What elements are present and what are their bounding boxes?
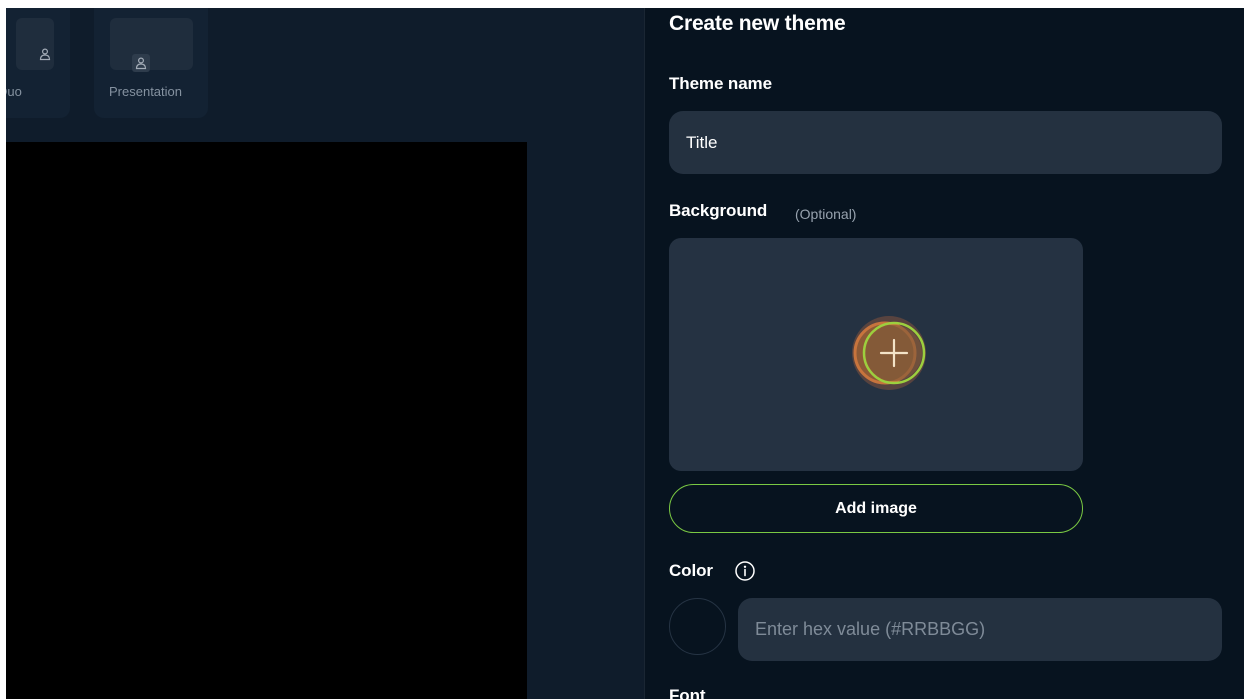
person-icon [132, 54, 150, 72]
hex-color-input[interactable] [738, 598, 1222, 661]
layout-option-presentation[interactable]: Presentation [94, 8, 208, 118]
color-swatch[interactable] [669, 598, 726, 655]
theme-name-label: Theme name [669, 74, 772, 93]
background-upload-area[interactable] [669, 238, 1083, 471]
color-label: Color [669, 561, 713, 580]
stage-preview [6, 142, 527, 699]
layout-option-duo[interactable]: Duo [6, 8, 70, 118]
layout-thumbnail [16, 18, 54, 70]
person-icon [39, 48, 51, 61]
create-theme-panel: Create new theme Theme name Background (… [644, 8, 1244, 699]
panel-title: Create new theme [669, 12, 846, 35]
theme-name-input[interactable] [669, 111, 1222, 174]
stage-pane: Duo Presentation [6, 8, 644, 699]
optional-hint: (Optional) [795, 206, 857, 222]
layout-label-presentation: Presentation [109, 84, 182, 99]
layout-thumbnail [110, 18, 193, 72]
add-image-button[interactable]: Add image [669, 484, 1083, 533]
font-label: Font [669, 686, 706, 699]
layout-label-duo: Duo [6, 84, 22, 99]
info-icon[interactable] [734, 560, 756, 582]
plus-icon[interactable] [851, 315, 927, 391]
app-window: Duo Presentation Create new theme Theme … [6, 8, 1244, 699]
background-label: Background [669, 201, 768, 220]
